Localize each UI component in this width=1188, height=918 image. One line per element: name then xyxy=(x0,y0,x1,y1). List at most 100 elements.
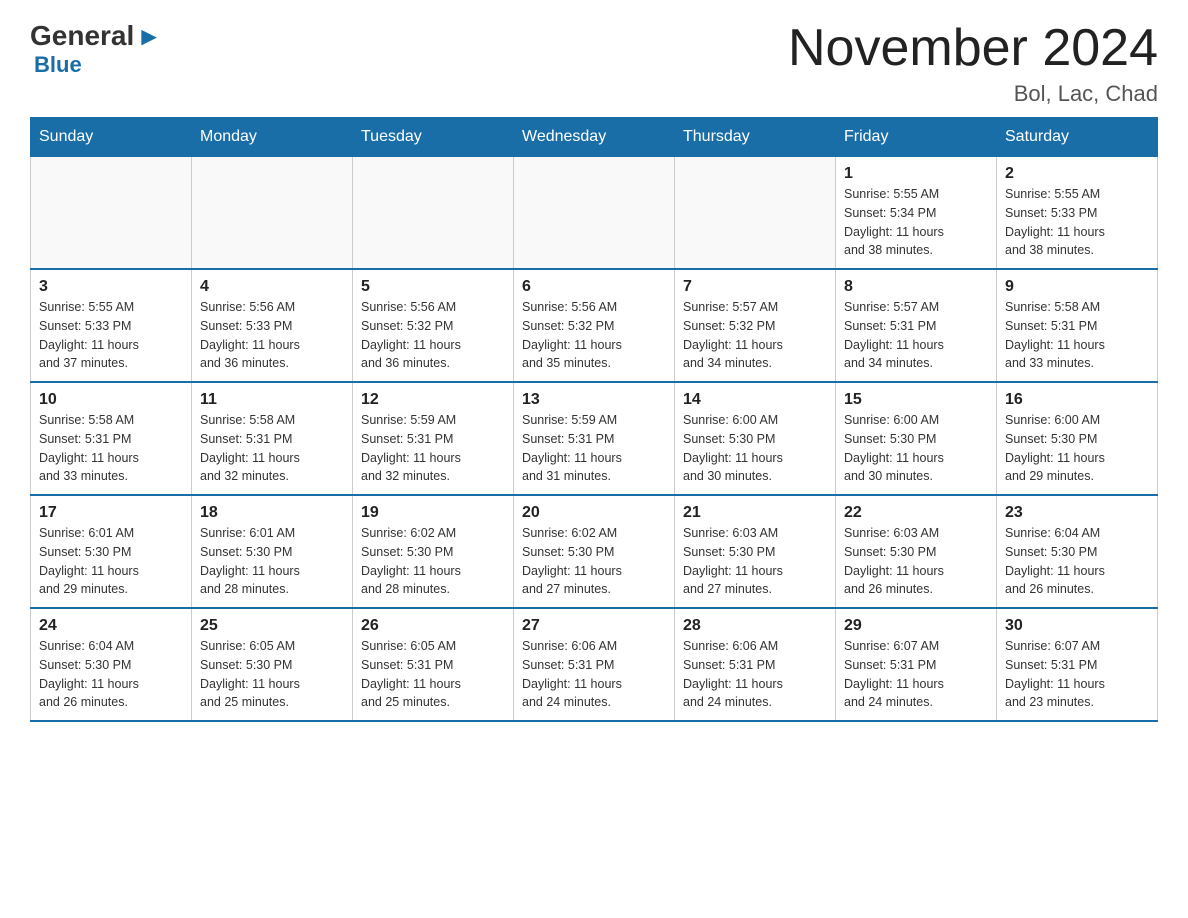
logo-arrow-icon: ► xyxy=(136,21,162,52)
day-cell: 11 Sunrise: 5:58 AMSunset: 5:31 PMDayligh… xyxy=(192,382,353,495)
day-cell: 2 Sunrise: 5:55 AMSunset: 5:33 PMDaylight… xyxy=(997,157,1158,270)
day-number: 3 xyxy=(39,278,183,296)
day-number: 6 xyxy=(522,278,666,296)
day-cell: 26 Sunrise: 6:05 AMSunset: 5:31 PMDayligh… xyxy=(353,608,514,721)
day-number: 19 xyxy=(361,504,505,522)
day-cell xyxy=(31,157,192,270)
day-number: 2 xyxy=(1005,165,1149,183)
day-info: Sunrise: 5:56 AMSunset: 5:32 PMDaylight:… xyxy=(361,298,505,373)
week-row-3: 17Sunrise: 6:01 AMSunset: 5:30 PMDayligh… xyxy=(31,495,1158,608)
day-cell: 19 Sunrise: 6:02 AMSunset: 5:30 PMDayligh… xyxy=(353,495,514,608)
day-number: 16 xyxy=(1005,391,1149,409)
title-area: November 2024 Bol, Lac, Chad xyxy=(788,20,1158,107)
day-info: Sunrise: 6:06 AMSunset: 5:31 PMDaylight:… xyxy=(522,637,666,712)
header-cell-wednesday: Wednesday xyxy=(514,118,675,157)
header-row: SundayMondayTuesdayWednesdayThursdayFrid… xyxy=(31,118,1158,157)
day-info: Sunrise: 6:07 AMSunset: 5:31 PMDaylight:… xyxy=(1005,637,1149,712)
day-cell: 7Sunrise: 5:57 AMSunset: 5:32 PMDaylight… xyxy=(675,269,836,382)
day-info: Sunrise: 6:00 AMSunset: 5:30 PMDaylight:… xyxy=(1005,411,1149,486)
day-number: 26 xyxy=(361,617,505,635)
header-cell-friday: Friday xyxy=(836,118,997,157)
day-cell: 15 Sunrise: 6:00 AMSunset: 5:30 PMDayligh… xyxy=(836,382,997,495)
day-cell: 6 Sunrise: 5:56 AMSunset: 5:32 PMDaylight… xyxy=(514,269,675,382)
day-cell: 21 Sunrise: 6:03 AMSunset: 5:30 PMDayligh… xyxy=(675,495,836,608)
day-info: Sunrise: 6:07 AMSunset: 5:31 PMDaylight:… xyxy=(844,637,988,712)
day-cell: 17Sunrise: 6:01 AMSunset: 5:30 PMDayligh… xyxy=(31,495,192,608)
day-number: 25 xyxy=(200,617,344,635)
day-info: Sunrise: 6:04 AMSunset: 5:30 PMDaylight:… xyxy=(1005,524,1149,599)
day-cell: 20 Sunrise: 6:02 AMSunset: 5:30 PMDayligh… xyxy=(514,495,675,608)
day-cell: 18 Sunrise: 6:01 AMSunset: 5:30 PMDayligh… xyxy=(192,495,353,608)
day-info: Sunrise: 5:58 AMSunset: 5:31 PMDaylight:… xyxy=(1005,298,1149,373)
day-info: Sunrise: 5:57 AMSunset: 5:31 PMDaylight:… xyxy=(844,298,988,373)
header-cell-saturday: Saturday xyxy=(997,118,1158,157)
day-number: 29 xyxy=(844,617,988,635)
day-number: 13 xyxy=(522,391,666,409)
day-cell: 3 Sunrise: 5:55 AMSunset: 5:33 PMDaylight… xyxy=(31,269,192,382)
day-info: Sunrise: 5:58 AMSunset: 5:31 PMDaylight:… xyxy=(39,411,183,486)
day-number: 7 xyxy=(683,278,827,296)
day-cell: 28Sunrise: 6:06 AMSunset: 5:31 PMDayligh… xyxy=(675,608,836,721)
header-cell-monday: Monday xyxy=(192,118,353,157)
day-cell: 27Sunrise: 6:06 AMSunset: 5:31 PMDayligh… xyxy=(514,608,675,721)
week-row-4: 24 Sunrise: 6:04 AMSunset: 5:30 PMDayligh… xyxy=(31,608,1158,721)
day-info: Sunrise: 5:59 AMSunset: 5:31 PMDaylight:… xyxy=(361,411,505,486)
day-info: Sunrise: 5:55 AMSunset: 5:33 PMDaylight:… xyxy=(39,298,183,373)
day-cell: 13 Sunrise: 5:59 AMSunset: 5:31 PMDayligh… xyxy=(514,382,675,495)
day-cell xyxy=(675,157,836,270)
day-info: Sunrise: 6:03 AMSunset: 5:30 PMDaylight:… xyxy=(844,524,988,599)
day-info: Sunrise: 6:04 AMSunset: 5:30 PMDaylight:… xyxy=(39,637,183,712)
logo-general-text: General xyxy=(30,20,134,52)
week-row-2: 10 Sunrise: 5:58 AMSunset: 5:31 PMDayligh… xyxy=(31,382,1158,495)
day-cell xyxy=(514,157,675,270)
day-info: Sunrise: 5:58 AMSunset: 5:31 PMDaylight:… xyxy=(200,411,344,486)
day-cell: 14 Sunrise: 6:00 AMSunset: 5:30 PMDayligh… xyxy=(675,382,836,495)
day-info: Sunrise: 6:05 AMSunset: 5:31 PMDaylight:… xyxy=(361,637,505,712)
day-number: 14 xyxy=(683,391,827,409)
day-info: Sunrise: 6:05 AMSunset: 5:30 PMDaylight:… xyxy=(200,637,344,712)
day-cell: 23 Sunrise: 6:04 AMSunset: 5:30 PMDayligh… xyxy=(997,495,1158,608)
day-info: Sunrise: 6:02 AMSunset: 5:30 PMDaylight:… xyxy=(361,524,505,599)
header-cell-sunday: Sunday xyxy=(31,118,192,157)
day-info: Sunrise: 6:00 AMSunset: 5:30 PMDaylight:… xyxy=(683,411,827,486)
header: General ► Blue November 2024 Bol, Lac, C… xyxy=(30,20,1158,107)
day-cell: 10 Sunrise: 5:58 AMSunset: 5:31 PMDayligh… xyxy=(31,382,192,495)
header-cell-thursday: Thursday xyxy=(675,118,836,157)
day-number: 15 xyxy=(844,391,988,409)
day-number: 5 xyxy=(361,278,505,296)
day-number: 21 xyxy=(683,504,827,522)
day-cell: 1 Sunrise: 5:55 AMSunset: 5:34 PMDaylight… xyxy=(836,157,997,270)
day-cell xyxy=(192,157,353,270)
day-info: Sunrise: 5:55 AMSunset: 5:34 PMDaylight:… xyxy=(844,185,988,260)
day-info: Sunrise: 6:06 AMSunset: 5:31 PMDaylight:… xyxy=(683,637,827,712)
day-cell: 30 Sunrise: 6:07 AMSunset: 5:31 PMDayligh… xyxy=(997,608,1158,721)
day-cell: 12 Sunrise: 5:59 AMSunset: 5:31 PMDayligh… xyxy=(353,382,514,495)
day-info: Sunrise: 5:59 AMSunset: 5:31 PMDaylight:… xyxy=(522,411,666,486)
day-number: 9 xyxy=(1005,278,1149,296)
day-number: 22 xyxy=(844,504,988,522)
day-info: Sunrise: 6:00 AMSunset: 5:30 PMDaylight:… xyxy=(844,411,988,486)
day-number: 10 xyxy=(39,391,183,409)
day-cell: 22 Sunrise: 6:03 AMSunset: 5:30 PMDayligh… xyxy=(836,495,997,608)
day-number: 23 xyxy=(1005,504,1149,522)
day-number: 24 xyxy=(39,617,183,635)
day-number: 12 xyxy=(361,391,505,409)
day-number: 20 xyxy=(522,504,666,522)
logo: General ► Blue xyxy=(30,20,162,78)
week-row-1: 3 Sunrise: 5:55 AMSunset: 5:33 PMDaylight… xyxy=(31,269,1158,382)
day-cell: 5 Sunrise: 5:56 AMSunset: 5:32 PMDaylight… xyxy=(353,269,514,382)
calendar-table: SundayMondayTuesdayWednesdayThursdayFrid… xyxy=(30,117,1158,722)
day-number: 1 xyxy=(844,165,988,183)
day-info: Sunrise: 6:03 AMSunset: 5:30 PMDaylight:… xyxy=(683,524,827,599)
day-number: 30 xyxy=(1005,617,1149,635)
day-number: 11 xyxy=(200,391,344,409)
day-info: Sunrise: 5:56 AMSunset: 5:32 PMDaylight:… xyxy=(522,298,666,373)
day-info: Sunrise: 6:01 AMSunset: 5:30 PMDaylight:… xyxy=(39,524,183,599)
day-info: Sunrise: 5:56 AMSunset: 5:33 PMDaylight:… xyxy=(200,298,344,373)
day-number: 4 xyxy=(200,278,344,296)
day-info: Sunrise: 6:02 AMSunset: 5:30 PMDaylight:… xyxy=(522,524,666,599)
day-info: Sunrise: 5:55 AMSunset: 5:33 PMDaylight:… xyxy=(1005,185,1149,260)
day-info: Sunrise: 6:01 AMSunset: 5:30 PMDaylight:… xyxy=(200,524,344,599)
day-cell: 24 Sunrise: 6:04 AMSunset: 5:30 PMDayligh… xyxy=(31,608,192,721)
day-number: 18 xyxy=(200,504,344,522)
